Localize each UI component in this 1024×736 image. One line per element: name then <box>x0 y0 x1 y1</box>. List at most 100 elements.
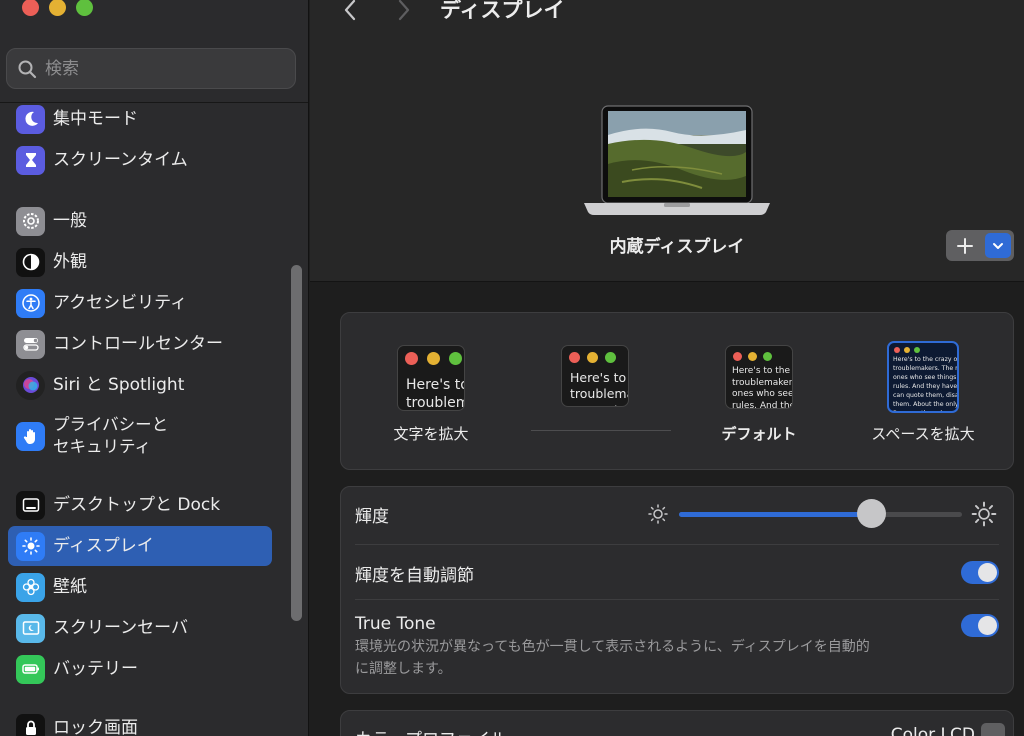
resolution-option-more-space[interactable]: Here's to the crazy one troublemakers. T… <box>887 341 959 413</box>
sidebar-item-lock-screen[interactable]: ロック画面 <box>8 708 272 736</box>
lock-icon <box>16 713 45 736</box>
auto-brightness-toggle[interactable] <box>961 561 999 584</box>
sidebar-item-label: バッテリー <box>53 658 138 679</box>
forward-button[interactable] <box>390 0 418 24</box>
sidebar-item-control-center[interactable]: コントロールセンター <box>8 324 272 364</box>
add-display-button[interactable] <box>946 230 984 261</box>
resolution-option-default[interactable]: Here's to the cr troublemakers. ones who… <box>725 345 793 409</box>
chevron-left-icon <box>344 0 356 21</box>
true-tone-description-line1: 環境光の状況が異なっても色が一貫して表示されるように、ディスプレイを自動的 <box>355 639 870 655</box>
chevron-right-icon <box>398 0 410 21</box>
battery-icon <box>16 654 45 684</box>
sidebar-item-label: 壁紙 <box>53 576 87 597</box>
sidebar-item-wallpaper[interactable]: 壁紙 <box>8 567 272 607</box>
auto-brightness-label: 輝度を自動調節 <box>355 566 474 586</box>
color-profile-panel: カラープロファイル Color LCD <box>340 710 1014 736</box>
sidebar-item-desktop-dock[interactable]: デスクトップと Dock <box>8 485 272 525</box>
sidebar-item-label: アクセシビリティ <box>53 292 188 313</box>
sidebar-item-label: Siri と Spotlight <box>53 374 185 395</box>
search-field[interactable] <box>6 48 296 89</box>
resolution-option-larger-text[interactable]: Here's to troublem <box>397 345 465 411</box>
sidebar-item-label: ディスプレイ <box>53 535 154 556</box>
appearance-icon <box>16 247 45 277</box>
brightness-panel: 輝度 輝度を自動調節 True Tone 環境光の状況が異なっても色が一貫して表… <box>340 486 1014 694</box>
resolution-sample-text: Here's to the cr troublemakers. ones who… <box>732 366 793 409</box>
back-button[interactable] <box>336 0 364 24</box>
window-controls <box>22 0 93 16</box>
resolution-label-larger-text: 文字を拡大 <box>393 425 469 443</box>
color-profile-popup-button[interactable] <box>981 723 1005 736</box>
resolution-label-default: デフォルト <box>721 425 797 443</box>
sidebar-item-focus[interactable]: 集中モード <box>8 99 272 139</box>
resolution-panel: Here's to troublem 文字を拡大 Here's to t tro… <box>340 312 1014 470</box>
sidebar-item-label: 集中モード <box>53 108 138 129</box>
add-display-menu-button[interactable] <box>985 233 1011 258</box>
sun-icon <box>16 531 45 561</box>
main-content: ディスプレイ 内蔵ディスプレイ Here's t troublem 文字を拡大 … <box>310 0 1024 736</box>
resolution-sample-text: Here's to t troublema ones who <box>570 370 629 406</box>
sidebar-item-siri-spotlight[interactable]: Siri と Spotlight <box>8 365 272 405</box>
color-profile-value[interactable]: Color LCD <box>891 725 975 736</box>
auto-brightness-row: 輝度を自動調節 <box>355 561 999 591</box>
display-name: 内蔵ディスプレイ <box>609 237 745 257</box>
page-title: ディスプレイ <box>440 0 565 22</box>
display-header: ディスプレイ 内蔵ディスプレイ <box>310 0 1024 282</box>
sidebar-item-label: ロック画面 <box>53 717 138 736</box>
laptop-display-image[interactable] <box>582 104 772 216</box>
sidebar-item-label: デスクトップと Dock <box>53 494 221 515</box>
sidebar-item-label-line1: プライバシーと <box>53 414 169 434</box>
resolution-sample-text: Here's to the crazy one troublemakers. T… <box>893 356 959 411</box>
brightness-label: 輝度 <box>355 507 389 527</box>
sidebar-item-label: プライバシーと セキュリティ <box>53 414 168 459</box>
resolution-option-2[interactable]: Here's to t troublema ones who <box>561 345 629 407</box>
sidebar-item-label: スクリーンタイム <box>53 149 188 170</box>
sidebar-item-label: スクリーンセーバ <box>53 617 188 638</box>
sidebar-item-battery[interactable]: バッテリー <box>8 649 272 689</box>
brightness-row: 輝度 <box>355 502 999 532</box>
toggles-icon <box>16 329 45 359</box>
zoom-window-button[interactable] <box>76 0 93 16</box>
moon-icon <box>16 104 45 134</box>
add-display-group <box>946 230 1014 261</box>
sidebar-item-label-line2: セキュリティ <box>53 437 152 456</box>
sidebar-item-appearance[interactable]: 外観 <box>8 242 272 282</box>
sidebar-item-screen-time[interactable]: スクリーンタイム <box>8 140 272 180</box>
true-tone-toggle[interactable] <box>961 614 999 637</box>
brightness-slider[interactable] <box>679 499 962 528</box>
accessibility-icon <box>16 288 45 318</box>
sidebar-item-label: コントロールセンター <box>53 333 223 354</box>
sidebar-item-privacy-security[interactable]: プライバシーと セキュリティ <box>8 412 272 460</box>
siri-icon <box>16 370 45 400</box>
hourglass-icon <box>16 145 45 175</box>
sun-small-icon <box>648 504 668 524</box>
brightness-slider-fill <box>679 512 872 517</box>
sidebar-scrollbar[interactable] <box>291 265 302 621</box>
plus-icon <box>957 237 973 254</box>
hand-icon <box>16 421 45 451</box>
sidebar-item-displays[interactable]: ディスプレイ <box>8 526 272 566</box>
color-profile-label: カラープロファイル <box>355 725 507 736</box>
resolution-track <box>531 430 671 431</box>
minimize-window-button[interactable] <box>49 0 66 16</box>
close-window-button[interactable] <box>22 0 39 16</box>
true-tone-label: True Tone <box>355 614 436 634</box>
sidebar: 集中モード スクリーンタイム 一般 外観 アクセシビリティ コントロールセンター <box>0 0 309 736</box>
search-input[interactable] <box>45 58 285 79</box>
sun-large-icon <box>971 501 997 527</box>
chevron-down-icon <box>993 242 1003 249</box>
sidebar-item-label: 外観 <box>53 251 87 272</box>
sidebar-item-screensaver[interactable]: スクリーンセーバ <box>8 608 272 648</box>
gear-icon <box>16 206 45 236</box>
search-icon <box>18 60 37 78</box>
dock-icon <box>16 490 45 520</box>
sidebar-item-general[interactable]: 一般 <box>8 201 272 241</box>
true-tone-row: True Tone 環境光の状況が異なっても色が一貫して表示されるように、ディス… <box>355 614 999 680</box>
screensaver-icon <box>16 613 45 643</box>
true-tone-description-line2: に調整します。 <box>355 660 452 677</box>
resolution-label-more-space: スペースを拡大 <box>871 425 975 443</box>
flower-icon <box>16 572 45 602</box>
row-divider <box>355 544 999 545</box>
sidebar-item-accessibility[interactable]: アクセシビリティ <box>8 283 272 323</box>
resolution-sample-text: Here's to troublem <box>406 377 465 411</box>
sidebar-item-label: 一般 <box>53 210 87 231</box>
